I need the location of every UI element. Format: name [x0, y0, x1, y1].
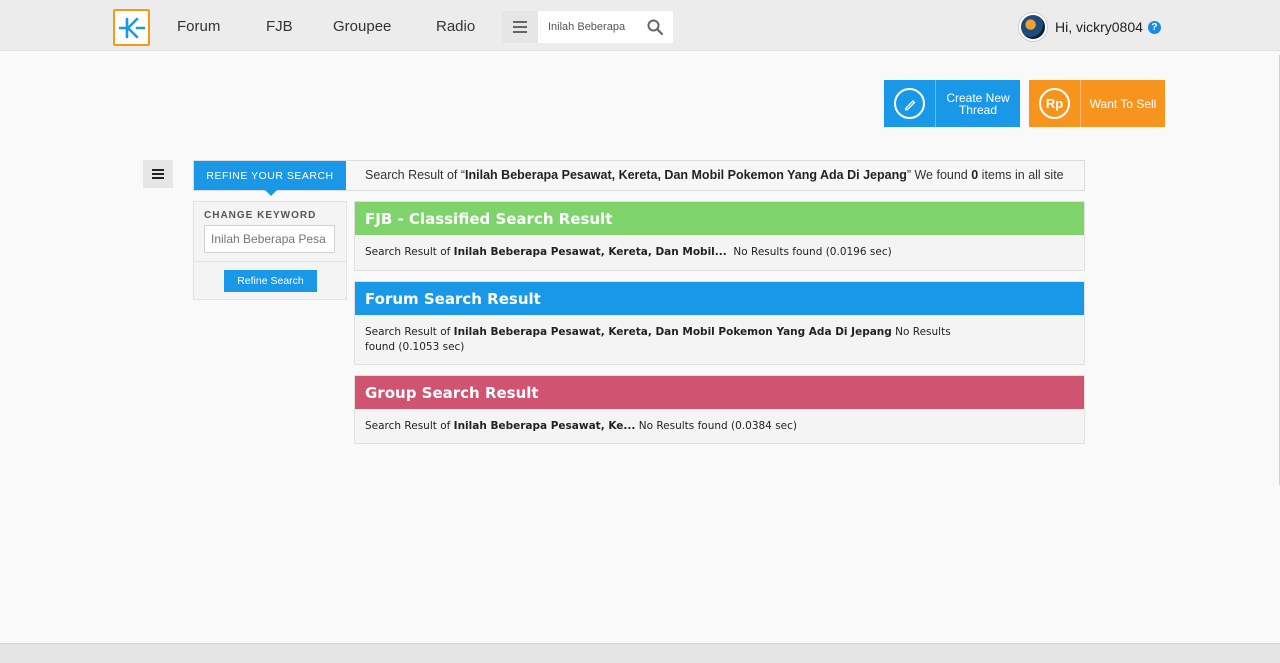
user-greeting[interactable]: Hi, vickry0804 [1055, 19, 1143, 35]
help-icon[interactable]: ? [1147, 20, 1161, 34]
bottom-strip [0, 643, 1280, 663]
group-result-title[interactable]: Group Search Result [355, 376, 1084, 409]
refine-search-button[interactable]: Refine Search [224, 270, 317, 292]
group-query: Inilah Beberapa Pesawat, Ke... [453, 420, 636, 432]
want-to-sell-button[interactable]: Rp Want To Sell [1029, 80, 1165, 127]
group-result-body: Search Result of Inilah Beberapa Pesawat… [365, 420, 798, 432]
change-keyword-label: CHANGE KEYWORD [204, 210, 317, 221]
search-input[interactable] [548, 21, 648, 33]
nav-forum-link[interactable]: Forum [177, 18, 220, 35]
forum-result-body: Search Result of Inilah Beberapa Pesawat… [365, 326, 951, 353]
refine-panel: CHANGE KEYWORD Refine Search [193, 201, 347, 300]
keyword-input[interactable] [204, 225, 335, 253]
search-result-summary: Search Result of “Inilah Beberapa Pesawa… [365, 168, 1064, 182]
top-navbar: Forum FJB Groupee Radio Hi, vickry0804 ? [0, 0, 1280, 51]
pencil-icon [894, 88, 925, 119]
hamburger-icon[interactable] [502, 11, 538, 43]
user-menu[interactable]: Hi, vickry0804 ? [1019, 12, 1161, 42]
summary-query: Inilah Beberapa Pesawat, Kereta, Dan Mob… [465, 168, 907, 182]
nav-radio-link[interactable]: Radio [436, 18, 475, 35]
nav-fjb-link[interactable]: FJB [266, 18, 293, 35]
sell-icon-box: Rp [1029, 80, 1081, 127]
want-to-sell-label: Want To Sell [1089, 96, 1157, 111]
forum-result-section: Forum Search Result Search Result of Ini… [354, 281, 1085, 365]
group-result-section: Group Search Result Search Result of Ini… [354, 375, 1085, 444]
sidebar-toggle-button[interactable] [143, 160, 173, 188]
refine-bar: REFINE YOUR SEARCH Search Result of “Ini… [193, 160, 1085, 196]
create-thread-button[interactable]: Create New Thread [884, 80, 1020, 127]
forum-result-title[interactable]: Forum Search Result [355, 282, 1084, 315]
fjb-result-body: Search Result of Inilah Beberapa Pesawat… [365, 246, 892, 258]
hamburger-icon [152, 169, 164, 179]
search-icon[interactable] [647, 19, 664, 39]
create-icon-box [884, 80, 936, 127]
fjb-query: Inilah Beberapa Pesawat, Kereta, Dan Mob… [453, 246, 727, 258]
kaskus-logo-icon[interactable] [113, 9, 150, 46]
fjb-result-title[interactable]: FJB - Classified Search Result [355, 202, 1084, 235]
rupiah-icon: Rp [1039, 88, 1070, 119]
nav-groupee-link[interactable]: Groupee [333, 18, 391, 35]
forum-query: Inilah Beberapa Pesawat, Kereta, Dan Mob… [453, 326, 892, 338]
search-box [502, 11, 673, 43]
avatar[interactable] [1019, 13, 1047, 41]
fjb-result-section: FJB - Classified Search Result Search Re… [354, 201, 1085, 271]
create-thread-label: Create New Thread [946, 90, 1010, 117]
refine-your-search-tab[interactable]: REFINE YOUR SEARCH [194, 161, 346, 196]
